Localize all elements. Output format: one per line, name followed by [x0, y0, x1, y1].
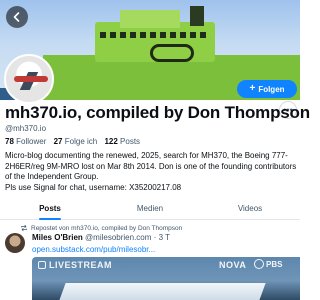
post-separator: ·	[153, 233, 157, 242]
post-age[interactable]: 3 T	[159, 233, 170, 242]
following-count: 27	[53, 137, 63, 146]
posts-stat: 122 Posts	[104, 137, 140, 146]
posts-count: 122	[104, 137, 118, 146]
arrow-left-icon	[13, 12, 20, 22]
repost-label: Repostet von mh370.io, compiled by Don T…	[31, 224, 183, 232]
profile-stats: 78 Follower 27 Folge ich 122 Posts	[5, 137, 140, 146]
profile-tabs: Posts Medien Videos	[0, 201, 300, 220]
post-author-avatar[interactable]	[5, 233, 25, 253]
media-nova-logo: NOVA	[219, 260, 247, 270]
banner-ship-windows	[100, 32, 210, 38]
followers-label: Follower	[16, 137, 47, 146]
post-media-preview[interactable]: LIVESTREAM NOVA PBS	[32, 257, 300, 300]
following-label: Folge ich	[64, 137, 98, 146]
pbs-icon	[254, 259, 264, 269]
plus-icon: +	[249, 83, 256, 94]
profile-avatar[interactable]	[4, 54, 54, 104]
avatar-plane-body	[14, 76, 48, 82]
post-author-name[interactable]: Miles O'Brien	[32, 233, 83, 242]
follow-button[interactable]: + Folgen	[237, 80, 297, 98]
follow-button-label: Folgen	[258, 84, 285, 94]
repost-indicator[interactable]: Repostet von mh370.io, compiled by Don T…	[20, 224, 182, 232]
post-header: Miles O'Brien @milesobrien.com · 3 T	[32, 233, 170, 242]
tab-media[interactable]: Medien	[100, 201, 200, 219]
profile-display-name: mh370.io, compiled by Don Thompson	[5, 103, 310, 122]
followers-count: 78	[5, 137, 14, 146]
followers-stat[interactable]: 78 Follower	[5, 137, 46, 146]
banner-ship-mast	[190, 6, 204, 26]
media-ice-shelf	[58, 283, 266, 300]
livestream-icon	[38, 261, 46, 269]
post-author-handle[interactable]: @milesobrien.com	[85, 233, 151, 242]
profile-bio: Micro-blog documenting the renewed, 2025…	[5, 151, 297, 192]
following-stat[interactable]: 27 Folge ich	[54, 137, 98, 146]
profile-handle: @mh370.io	[5, 124, 47, 133]
tab-posts[interactable]: Posts	[0, 201, 100, 220]
media-pbs-logo: PBS	[254, 259, 282, 269]
back-button[interactable]	[6, 6, 28, 28]
tab-videos[interactable]: Videos	[200, 201, 300, 219]
repost-icon	[21, 224, 27, 232]
media-livestream-badge: LIVESTREAM	[38, 260, 112, 270]
banner-ship-bridge	[120, 10, 180, 28]
posts-label: Posts	[120, 137, 141, 146]
post-link[interactable]: open.substack.com/pub/milesobr...	[32, 245, 155, 254]
banner-ship-logo	[150, 44, 194, 62]
pbs-label: PBS	[266, 259, 283, 269]
livestream-label: LIVESTREAM	[49, 260, 113, 270]
